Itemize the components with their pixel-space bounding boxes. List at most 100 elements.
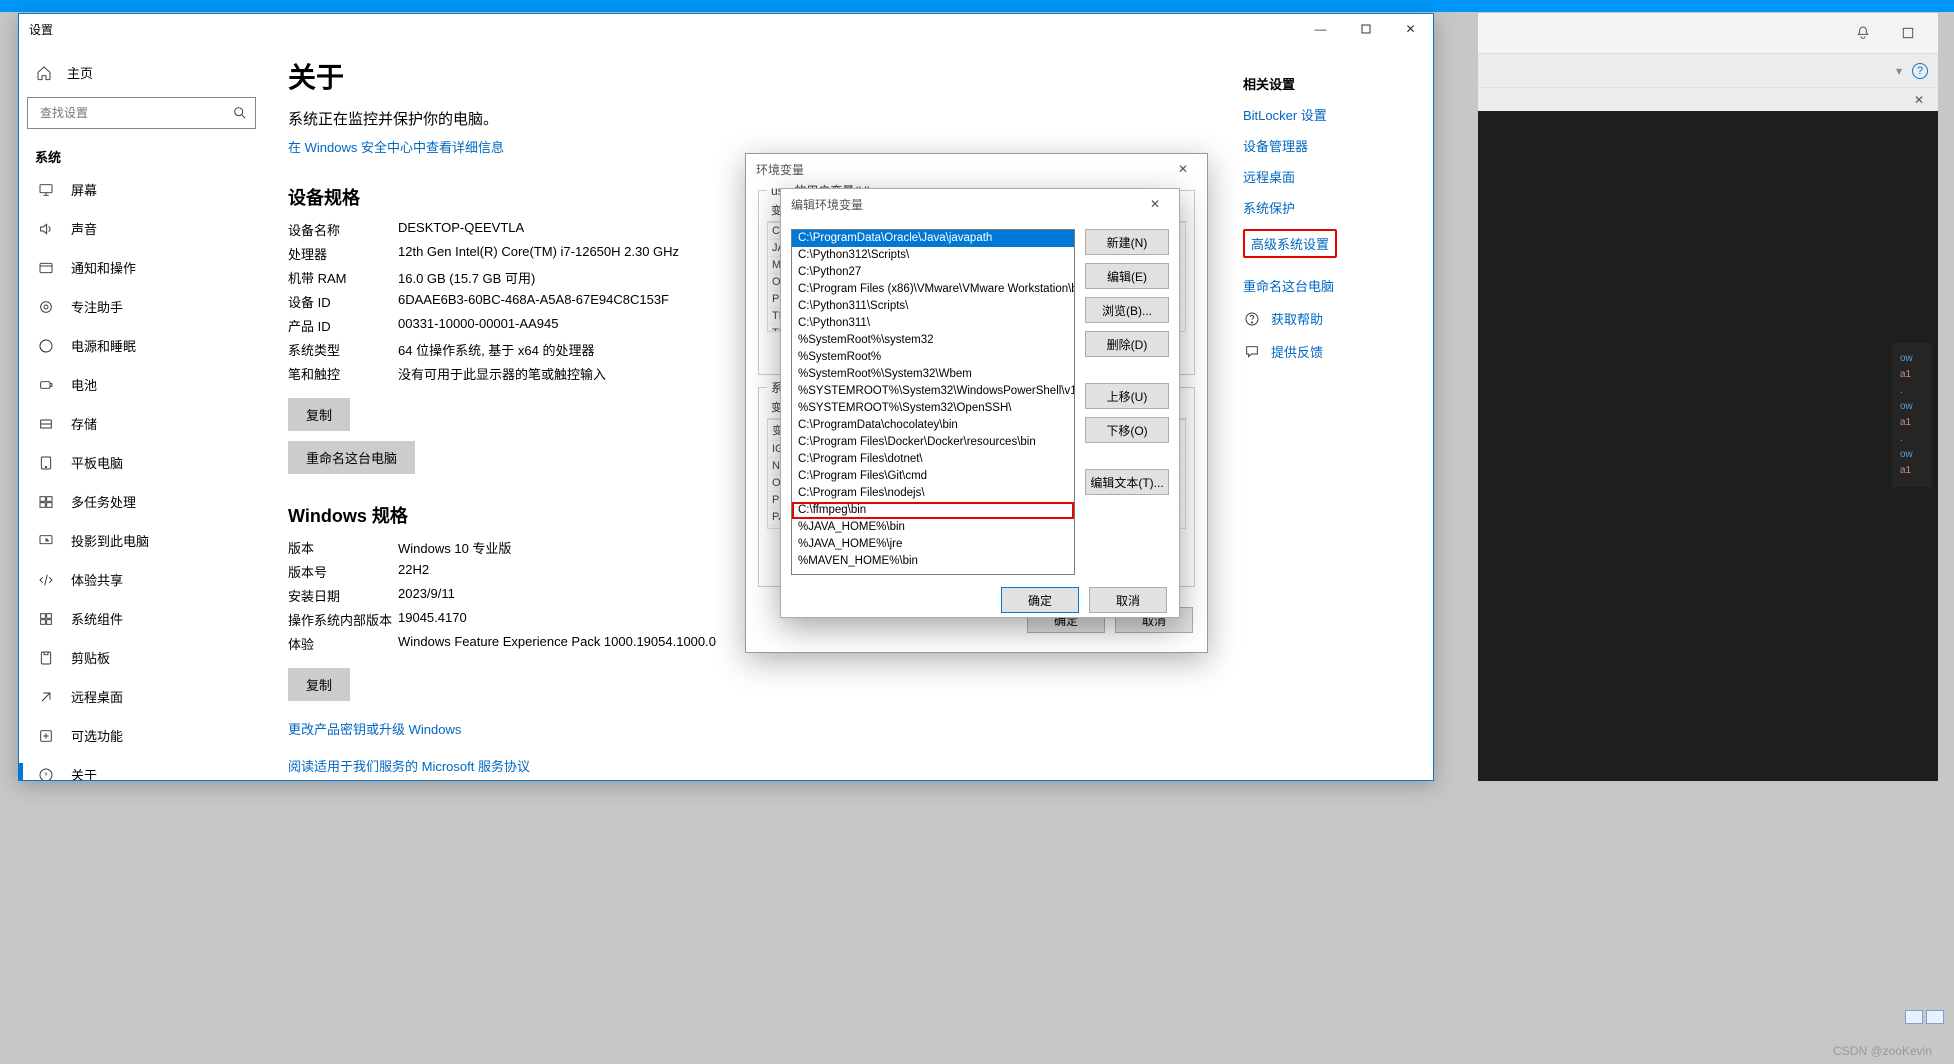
settings-close-button[interactable]: ✕	[1388, 14, 1433, 44]
windows-spec-copy-button[interactable]: 复制	[288, 668, 350, 701]
editor-notify-icon[interactable]	[1840, 13, 1885, 53]
settings-title: 设置	[29, 21, 53, 38]
new-button[interactable]: 新建(N)	[1085, 229, 1169, 255]
sidebar-search[interactable]	[27, 97, 256, 129]
path-item[interactable]: C:\Program Files\Git\cmd	[792, 468, 1074, 485]
path-item[interactable]: C:\Python27	[792, 264, 1074, 281]
related-settings-title: 相关设置	[1243, 74, 1423, 93]
path-item[interactable]: %SystemRoot%	[792, 349, 1074, 366]
settings-max-button[interactable]	[1343, 14, 1388, 44]
sidebar-item[interactable]: 通知和操作	[23, 248, 260, 287]
rename-pc-link[interactable]: 重命名这台电脑	[1243, 276, 1423, 295]
sidebar-item[interactable]: 电源和睡眠	[23, 326, 260, 365]
editor-code-thumbnail: ow a1 . ow a1 . ow a1	[1892, 343, 1932, 487]
edit-button[interactable]: 编辑(E)	[1085, 263, 1169, 289]
path-item[interactable]: C:\Program Files\nodejs\	[792, 485, 1074, 502]
move-down-button[interactable]: 下移(O)	[1085, 417, 1169, 443]
path-item[interactable]: C:\Python311\	[792, 315, 1074, 332]
editor-help-icon[interactable]: ?	[1912, 63, 1928, 79]
search-input[interactable]	[38, 105, 231, 121]
path-item[interactable]: %JAVA_HOME%\bin	[792, 519, 1074, 536]
sidebar-item[interactable]: 可选功能	[23, 716, 260, 755]
sidebar-item-icon	[37, 571, 55, 589]
editenv-close-button[interactable]: ✕	[1139, 190, 1171, 218]
editor-tab-row: ▾ ?	[1478, 53, 1938, 87]
sidebar-item-icon	[37, 610, 55, 628]
envvars-close-button[interactable]: ✕	[1167, 155, 1199, 183]
bitlocker-link[interactable]: BitLocker 设置	[1243, 105, 1423, 124]
path-item[interactable]: %SystemRoot%\system32	[792, 332, 1074, 349]
path-item[interactable]: %MAVEN_HOME%\bin	[792, 553, 1074, 570]
sidebar-item-icon	[37, 181, 55, 199]
envvars-title: 环境变量	[756, 161, 804, 178]
sidebar-item-label: 平板电脑	[71, 453, 123, 472]
rename-pc-button[interactable]: 重命名这台电脑	[288, 441, 415, 474]
device-spec-label: 处理器	[288, 244, 398, 263]
path-item[interactable]: %SystemRoot%\System32\Wbem	[792, 366, 1074, 383]
sidebar-item-icon	[37, 415, 55, 433]
sidebar-item[interactable]: 多任务处理	[23, 482, 260, 521]
path-item[interactable]: C:\Program Files\dotnet\	[792, 451, 1074, 468]
sidebar-item[interactable]: 投影到此电脑	[23, 521, 260, 560]
sidebar-item[interactable]: 剪贴板	[23, 638, 260, 677]
sidebar-item-icon	[37, 649, 55, 667]
task-thumb-icon[interactable]	[1926, 1010, 1944, 1024]
path-item[interactable]: C:\ProgramData\chocolatey\bin	[792, 417, 1074, 434]
path-item[interactable]: %SYSTEMROOT%\System32\WindowsPowerShell\…	[792, 383, 1074, 400]
feedback-link[interactable]: 提供反馈	[1243, 342, 1423, 361]
settings-min-button[interactable]: —	[1298, 14, 1343, 44]
settings-window: 设置 — ✕ 主页 系统 屏幕声音通知和操作专注助手电源和睡眠电池存储平板电脑多…	[18, 13, 1434, 781]
path-item[interactable]: C:\Program Files (x86)\VMware\VMware Wor…	[792, 281, 1074, 298]
sidebar-item-label: 声音	[71, 219, 97, 238]
sidebar-item[interactable]: 声音	[23, 209, 260, 248]
edit-text-button[interactable]: 编辑文本(T)...	[1085, 469, 1169, 495]
device-spec-label: 产品 ID	[288, 316, 398, 335]
path-item[interactable]: %SYSTEMROOT%\System32\OpenSSH\	[792, 400, 1074, 417]
sidebar-item[interactable]: 专注助手	[23, 287, 260, 326]
settings-titlebar: 设置 — ✕	[19, 14, 1433, 44]
task-view-icons[interactable]	[1905, 1010, 1944, 1024]
remote-desktop-link[interactable]: 远程桌面	[1243, 167, 1423, 186]
path-item[interactable]: C:\ffmpeg\bin	[792, 502, 1074, 519]
path-item[interactable]: C:\ProgramData\Oracle\Java\javapath	[792, 230, 1074, 247]
services-agreement-link[interactable]: 阅读适用于我们服务的 Microsoft 服务协议	[288, 756, 1219, 775]
sidebar-item-label: 关于	[71, 765, 97, 780]
delete-button[interactable]: 删除(D)	[1085, 331, 1169, 357]
editor-tab-close-icon[interactable]: ✕	[1910, 91, 1928, 109]
sidebar-item[interactable]: 远程桌面	[23, 677, 260, 716]
sidebar-item[interactable]: 电池	[23, 365, 260, 404]
sidebar-item[interactable]: 平板电脑	[23, 443, 260, 482]
browse-button[interactable]: 浏览(B)...	[1085, 297, 1169, 323]
editenv-titlebar: 编辑环境变量 ✕	[781, 189, 1179, 219]
system-protection-link[interactable]: 系统保护	[1243, 198, 1423, 217]
change-product-key-link[interactable]: 更改产品密钥或升级 Windows	[288, 719, 1219, 738]
path-item[interactable]: %JAVA_HOME%\jre	[792, 536, 1074, 553]
advanced-system-settings-link[interactable]: 高级系统设置	[1243, 229, 1337, 258]
device-spec-copy-button[interactable]: 复制	[288, 398, 350, 431]
device-spec-label: 机带 RAM	[288, 268, 398, 287]
editenv-ok-button[interactable]: 确定	[1001, 587, 1079, 613]
get-help-link[interactable]: 获取帮助	[1243, 309, 1423, 328]
path-listbox[interactable]: C:\ProgramData\Oracle\Java\javapathC:\Py…	[791, 229, 1075, 575]
sidebar-item[interactable]: 系统组件	[23, 599, 260, 638]
feedback-label: 提供反馈	[1271, 342, 1323, 361]
page-title: 关于	[288, 56, 1219, 96]
path-item[interactable]: C:\Python312\Scripts\	[792, 247, 1074, 264]
sidebar-item[interactable]: 关于	[23, 755, 260, 780]
sidebar-home[interactable]: 主页	[23, 54, 260, 91]
path-item[interactable]: C:\Python311\Scripts\	[792, 298, 1074, 315]
move-up-button[interactable]: 上移(U)	[1085, 383, 1169, 409]
sidebar-item[interactable]: 屏幕	[23, 170, 260, 209]
path-item[interactable]: C:\Program Files\Docker\Docker\resources…	[792, 434, 1074, 451]
task-thumb-icon[interactable]	[1905, 1010, 1923, 1024]
sidebar-item-label: 多任务处理	[71, 492, 136, 511]
windows-spec-label: 操作系统内部版本	[288, 610, 398, 629]
sidebar-item[interactable]: 体验共享	[23, 560, 260, 599]
editor-chevron-icon[interactable]: ▾	[1896, 64, 1902, 78]
editenv-cancel-button[interactable]: 取消	[1089, 587, 1167, 613]
editor-maximize-icon[interactable]	[1885, 13, 1930, 53]
sidebar-item-label: 电源和睡眠	[71, 336, 136, 355]
device-manager-link[interactable]: 设备管理器	[1243, 136, 1423, 155]
sidebar-item-label: 屏幕	[71, 180, 97, 199]
sidebar-item[interactable]: 存储	[23, 404, 260, 443]
